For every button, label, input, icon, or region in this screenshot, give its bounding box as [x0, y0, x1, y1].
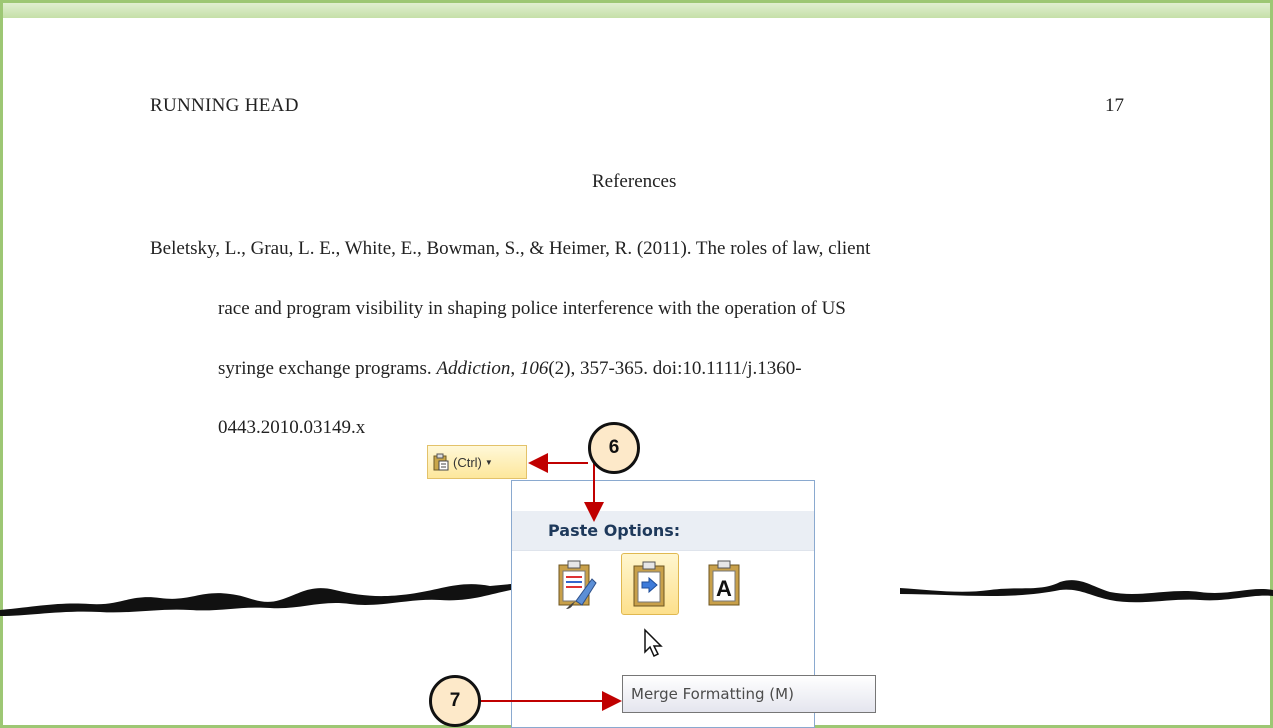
mouse-cursor-icon	[644, 628, 663, 658]
annotation-arrows	[481, 453, 622, 711]
callout-step-7: 7	[429, 675, 481, 727]
callout-step-6: 6	[588, 422, 640, 474]
